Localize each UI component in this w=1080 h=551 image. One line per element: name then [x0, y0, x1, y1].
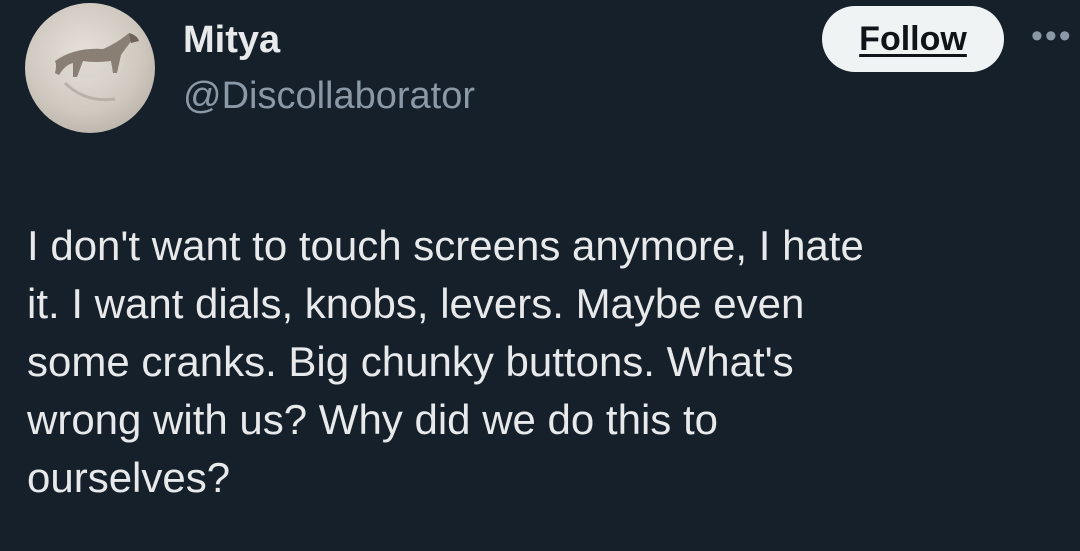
- display-name[interactable]: Mitya: [183, 16, 280, 64]
- avatar[interactable]: [25, 3, 155, 133]
- follow-button[interactable]: Follow: [822, 6, 1004, 72]
- animal-photo-avatar: [51, 33, 139, 102]
- ellipsis-icon[interactable]: •••: [1031, 19, 1076, 53]
- tweet-text: I don't want to touch screens anymore, I…: [27, 222, 864, 501]
- user-handle[interactable]: @Discollaborator: [183, 72, 475, 120]
- tweet-card: Mitya @Discollaborator Follow ••• I don'…: [0, 0, 1080, 551]
